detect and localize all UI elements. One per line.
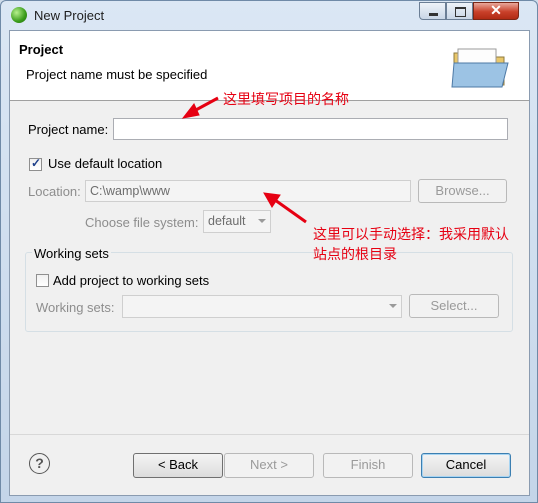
- annotation-arrows: [181, 96, 307, 224]
- name-note-arrow-line: [193, 96, 219, 113]
- location-note-arrow-head: [263, 192, 281, 208]
- location-note-arrow-line: [274, 198, 307, 224]
- name-note-arrow-head: [181, 103, 200, 119]
- location-annotation-line2: 站点的根目录: [313, 246, 397, 262]
- name-annotation: 这里填写项目的名称: [223, 91, 349, 107]
- location-annotation-line1: 这里可以手动选择：我采用默认: [313, 226, 509, 242]
